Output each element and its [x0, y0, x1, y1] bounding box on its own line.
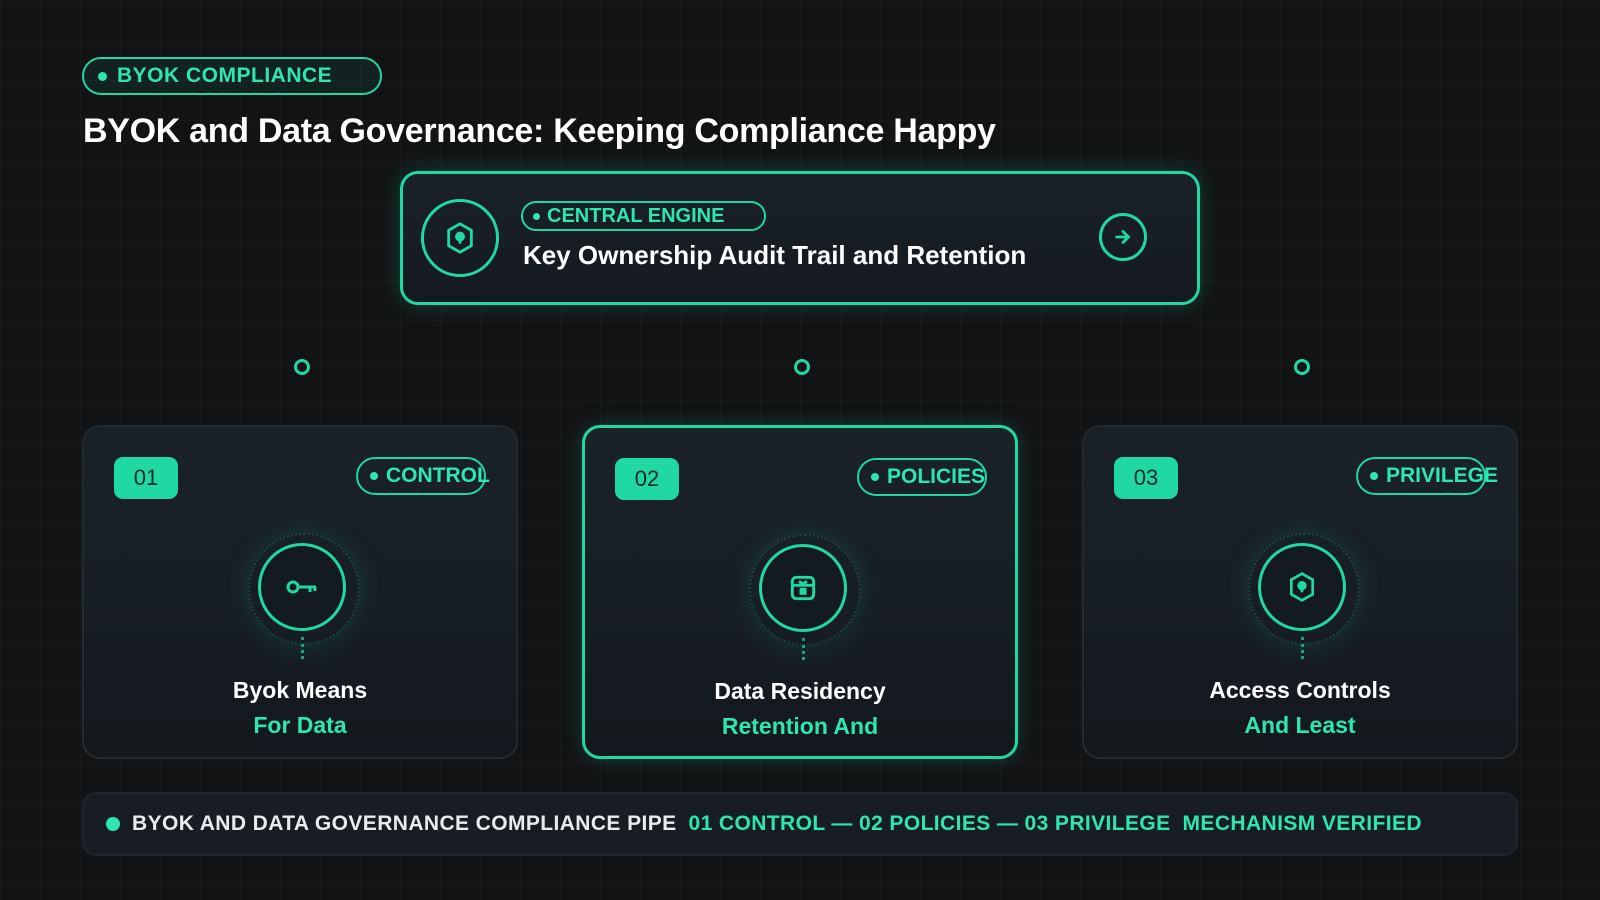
shield-icon: [421, 199, 499, 277]
card-subtitle: And Least: [1244, 712, 1356, 738]
shield-lock-icon: [1258, 543, 1346, 631]
badge-label: BYOK COMPLIANCE: [117, 64, 333, 87]
engine-tag-label: CENTRAL ENGINE: [547, 204, 725, 227]
status-dot: [106, 817, 120, 831]
card-control[interactable]: 01 CONTROL Byok Means For Data: [82, 425, 518, 759]
card-tag-label: PRIVILEGE: [1386, 464, 1499, 487]
status-footer: BYOK AND DATA GOVERNANCE COMPLIANCE PIPE…: [82, 792, 1518, 856]
card-policies[interactable]: 02 POLICIES Data Residency Retention And: [582, 425, 1018, 759]
key-icon: [258, 543, 346, 631]
central-engine-panel[interactable]: CENTRAL ENGINE Key Ownership Audit Trail…: [400, 171, 1200, 305]
card-title: Access Controls: [1209, 677, 1391, 703]
card-number: 01: [114, 457, 178, 499]
card-number: 03: [1114, 457, 1178, 499]
connector-node-1: [294, 359, 310, 375]
connector-node-3: [1294, 359, 1310, 375]
arrow-right-icon[interactable]: [1099, 213, 1147, 261]
card-title: Data Residency: [714, 678, 886, 704]
connector-node-2: [794, 359, 810, 375]
card-stem: [1301, 637, 1304, 659]
card-tag-label: POLICIES: [887, 465, 986, 488]
section-badge: BYOK COMPLIANCE: [82, 57, 382, 95]
engine-name: Key Ownership Audit Trail and Retention: [523, 240, 1027, 270]
card-tag: POLICIES: [857, 458, 987, 496]
card-tag-dot: [871, 473, 879, 481]
card-title: Byok Means: [232, 677, 368, 703]
footer-steps: 01 CONTROL — 02 POLICIES — 03 PRIVILEGE: [688, 812, 1171, 835]
badge-dot: [98, 71, 107, 81]
card-tag-label: CONTROL: [386, 464, 490, 487]
card-subtitle: For Data: [253, 712, 347, 738]
card-privilege[interactable]: 03 PRIVILEGE Access Controls And Least: [1082, 425, 1518, 759]
card-stem: [301, 637, 304, 659]
card-tag: CONTROL: [356, 457, 490, 495]
card-tag-dot: [1370, 472, 1378, 480]
card-subtitle: Retention And: [721, 713, 879, 739]
card-tag: PRIVILEGE: [1356, 457, 1498, 495]
footer-pipeline-label: BYOK AND DATA GOVERNANCE COMPLIANCE PIPE: [132, 812, 677, 835]
engine-tag: CENTRAL ENGINE: [521, 201, 766, 231]
footer-status: MECHANISM VERIFIED: [1182, 812, 1422, 835]
card-number: 02: [615, 458, 679, 500]
vault-icon: [759, 544, 847, 632]
engine-tag-dot: [533, 212, 540, 220]
card-tag-dot: [370, 472, 378, 480]
page-title: BYOK and Data Governance: Keeping Compli…: [83, 112, 996, 150]
card-stem: [802, 638, 805, 660]
